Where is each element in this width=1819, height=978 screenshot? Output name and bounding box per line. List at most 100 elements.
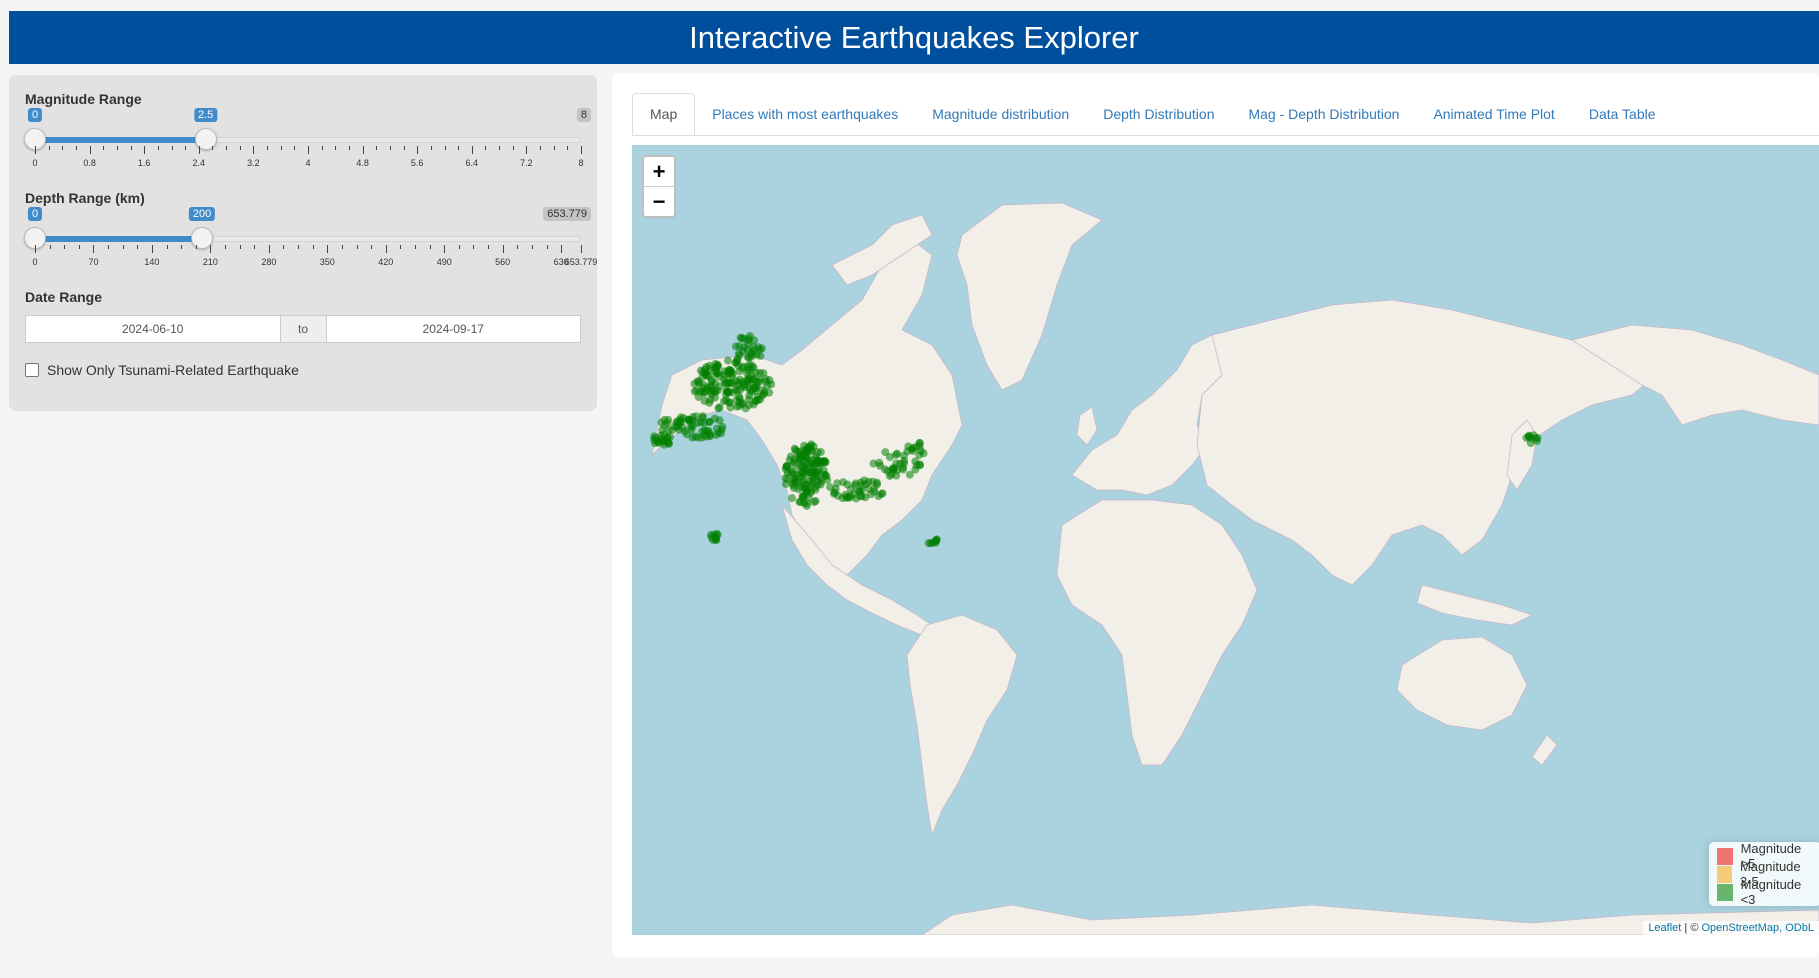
- earthquake-marker[interactable]: [909, 444, 918, 453]
- earthquake-marker[interactable]: [750, 375, 759, 384]
- earthquake-marker[interactable]: [838, 494, 847, 503]
- slider-tick: [581, 146, 582, 154]
- earthquake-marker[interactable]: [739, 334, 748, 343]
- leaflet-link[interactable]: Leaflet: [1648, 922, 1681, 934]
- earthquake-marker[interactable]: [733, 355, 742, 364]
- earthquake-marker[interactable]: [826, 483, 835, 492]
- earthquake-marker[interactable]: [739, 347, 748, 356]
- earthquake-marker[interactable]: [688, 413, 697, 422]
- earthquake-marker[interactable]: [728, 369, 737, 378]
- earthquake-marker[interactable]: [700, 426, 709, 435]
- earthquake-marker[interactable]: [881, 465, 890, 474]
- earthquake-marker[interactable]: [811, 497, 820, 506]
- earthquake-marker[interactable]: [833, 479, 842, 488]
- earthquake-marker[interactable]: [696, 366, 705, 375]
- earthquake-marker[interactable]: [795, 454, 804, 463]
- earthquake-marker[interactable]: [861, 493, 870, 502]
- slider-tick-label: 140: [144, 257, 160, 267]
- earthquake-marker[interactable]: [788, 494, 797, 503]
- earthquake-marker[interactable]: [792, 477, 801, 486]
- earthquake-marker[interactable]: [715, 416, 724, 425]
- tab-mag-depth-distribution[interactable]: Mag - Depth Distribution: [1231, 93, 1416, 135]
- earthquake-marker[interactable]: [915, 439, 924, 448]
- earthquake-marker[interactable]: [889, 465, 898, 474]
- zoom-in-button[interactable]: +: [644, 157, 674, 186]
- earthquake-marker[interactable]: [714, 404, 723, 413]
- earthquake-marker[interactable]: [1524, 433, 1533, 442]
- earthquake-marker[interactable]: [725, 378, 734, 387]
- slider-to-value: 2.5: [193, 108, 218, 122]
- earthquake-marker[interactable]: [725, 398, 734, 407]
- earthquake-marker[interactable]: [705, 418, 714, 427]
- earthquake-marker[interactable]: [707, 533, 716, 542]
- earthquake-marker[interactable]: [869, 459, 878, 468]
- earthquake-marker[interactable]: [757, 344, 766, 353]
- earthquake-marker[interactable]: [898, 465, 907, 474]
- earthquake-marker[interactable]: [905, 470, 914, 479]
- tab-magnitude-distribution[interactable]: Magnitude distribution: [915, 93, 1086, 135]
- magnitude-range-slider[interactable]: 0 2.5 8 0 0.8 1.6 2.4 3.2 4 4.8 5.6 6.4 7.2 8: [24, 70, 591, 168]
- tsunami-checkbox[interactable]: [25, 363, 39, 377]
- earthquake-marker[interactable]: [711, 359, 720, 368]
- earthquake-marker[interactable]: [750, 336, 759, 345]
- earthquake-marker[interactable]: [712, 369, 721, 378]
- earthquake-marker[interactable]: [802, 488, 811, 497]
- earthquake-marker[interactable]: [815, 466, 824, 475]
- earthquake-marker[interactable]: [721, 390, 730, 399]
- earthquake-marker[interactable]: [731, 342, 740, 351]
- earthquake-marker[interactable]: [751, 383, 760, 392]
- earthquake-marker[interactable]: [793, 465, 802, 474]
- earthquake-marker[interactable]: [852, 494, 861, 503]
- earthquake-marker[interactable]: [843, 480, 852, 489]
- slider-max-value: 8: [576, 108, 591, 122]
- tab-depth-distribution[interactable]: Depth Distribution: [1086, 93, 1231, 135]
- earthquake-marker[interactable]: [873, 480, 882, 489]
- slider-minor-tick: [485, 146, 487, 150]
- earthquake-marker[interactable]: [758, 386, 767, 395]
- depth-range-slider[interactable]: 0 200 653.779 0 70 140 210 280 350 420 490 560 63…: [24, 169, 597, 267]
- earthquake-map[interactable]: + − Magnitude >5 Magnitude 3-5 Magnitude…: [632, 145, 1819, 935]
- earthquake-marker[interactable]: [733, 381, 742, 390]
- earthquake-marker[interactable]: [671, 422, 680, 431]
- earthquake-marker[interactable]: [782, 462, 791, 471]
- earthquake-marker[interactable]: [664, 415, 673, 424]
- earthquake-marker[interactable]: [1533, 433, 1542, 442]
- earthquake-marker[interactable]: [891, 450, 900, 459]
- earthquake-marker[interactable]: [815, 459, 824, 468]
- osm-link[interactable]: OpenStreetMap, ODbL: [1701, 922, 1814, 934]
- earthquake-marker[interactable]: [694, 392, 703, 401]
- slider-tick: [526, 146, 528, 154]
- earthquake-marker[interactable]: [748, 350, 757, 359]
- tab-animated-time-plot[interactable]: Animated Time Plot: [1416, 93, 1571, 135]
- earthquake-marker[interactable]: [854, 487, 863, 496]
- earthquake-marker[interactable]: [745, 360, 754, 369]
- earthquake-marker[interactable]: [694, 377, 703, 386]
- slider-minor-tick: [122, 245, 124, 249]
- earthquake-marker[interactable]: [801, 464, 810, 473]
- start-date-input[interactable]: 2024-06-10: [26, 316, 280, 342]
- earthquake-marker[interactable]: [724, 356, 733, 365]
- earthquake-marker[interactable]: [706, 382, 715, 391]
- earthquake-marker[interactable]: [712, 430, 721, 439]
- end-date-input[interactable]: 2024-09-17: [327, 316, 581, 342]
- world-map: [650, 202, 1819, 935]
- tsunami-filter[interactable]: Show Only Tsunami-Related Earthquake: [25, 362, 299, 378]
- earthquake-marker[interactable]: [800, 446, 809, 455]
- tab-places-most-earthquakes[interactable]: Places with most earthquakes: [695, 93, 915, 135]
- tab-data-table[interactable]: Data Table: [1572, 93, 1673, 135]
- earthquake-marker[interactable]: [783, 475, 792, 484]
- zoom-out-button[interactable]: −: [644, 186, 674, 216]
- earthquake-marker[interactable]: [738, 399, 747, 408]
- earthquake-marker[interactable]: [799, 499, 808, 508]
- earthquake-marker[interactable]: [813, 480, 822, 489]
- earthquake-marker[interactable]: [688, 433, 697, 442]
- tab-map[interactable]: Map: [632, 93, 696, 135]
- earthquake-marker[interactable]: [926, 539, 935, 548]
- earthquake-marker[interactable]: [756, 395, 765, 404]
- earthquake-marker[interactable]: [919, 449, 928, 458]
- earthquake-marker[interactable]: [660, 440, 669, 449]
- earthquake-marker[interactable]: [798, 472, 807, 481]
- earthquake-marker[interactable]: [687, 425, 696, 434]
- earthquake-marker[interactable]: [710, 393, 719, 402]
- tsunami-checkbox-label[interactable]: Show Only Tsunami-Related Earthquake: [47, 362, 299, 378]
